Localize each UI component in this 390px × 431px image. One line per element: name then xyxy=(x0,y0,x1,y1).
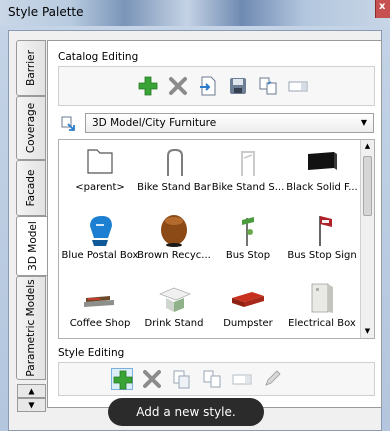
grid-item-brown-recycle[interactable]: Brown Recyc... xyxy=(137,210,211,276)
item-caption: Electrical Box xyxy=(288,318,356,329)
item-caption: Dumpster xyxy=(223,318,273,329)
arrow-down-icon: ▼ xyxy=(28,400,35,410)
tooltip: Add a new style. xyxy=(108,398,264,426)
tab-parametric-models[interactable]: Parametric Models xyxy=(16,276,46,380)
item-caption: Coffee Shop xyxy=(69,318,131,329)
delete-icon xyxy=(143,370,161,388)
bus-stop-icon xyxy=(242,217,254,246)
edit-style-button[interactable] xyxy=(261,368,283,390)
rename-style-button[interactable] xyxy=(231,368,253,390)
catalog-toolbar xyxy=(58,66,375,106)
bike-stand-icon xyxy=(167,149,183,176)
electrical-box-icon xyxy=(311,283,333,313)
grid-item-black-solid[interactable]: Black Solid F... xyxy=(285,142,359,208)
grid-item-bike-stand-s[interactable]: Bike Stand S... xyxy=(211,142,285,208)
save-icon xyxy=(230,78,246,94)
tab-barrier[interactable]: Barrier xyxy=(16,40,46,96)
grid-item-parent[interactable]: <parent> xyxy=(63,142,137,208)
coffee-shop-icon xyxy=(84,296,114,307)
duplicate-icon xyxy=(203,370,221,388)
close-icon: x xyxy=(379,1,386,12)
item-caption: Drink Stand xyxy=(144,318,204,329)
delete-style-button[interactable] xyxy=(141,368,163,390)
copy-icon xyxy=(173,370,190,389)
chevron-down-icon: ▼ xyxy=(360,118,367,127)
dumpster-icon xyxy=(232,292,264,307)
duplicate-style-button[interactable] xyxy=(201,368,223,390)
tab-scroll-up-button[interactable]: ▲ xyxy=(17,384,46,398)
arrow-up-icon: ▲ xyxy=(28,386,35,396)
rename-icon xyxy=(288,81,308,92)
item-caption: <parent> xyxy=(75,182,125,193)
item-caption: Brown Recyc... xyxy=(137,250,211,261)
catalog-path-select[interactable]: 3D Model/City Furniture ▼ xyxy=(85,113,374,133)
item-caption: Bus Stop xyxy=(225,250,271,261)
add-icon xyxy=(138,76,158,96)
recycle-bin-icon xyxy=(161,215,187,247)
tab-label: Coverage xyxy=(25,102,37,154)
drink-stand-icon xyxy=(159,287,191,312)
edit-icon xyxy=(265,370,281,386)
grid-item-dumpster[interactable]: Dumpster xyxy=(211,278,285,338)
tab-3d-model[interactable]: 3D Model xyxy=(16,216,48,276)
item-caption: Bike Stand Bar xyxy=(137,182,211,193)
rename-icon xyxy=(232,374,252,385)
grid-item-coffee-shop[interactable]: Coffee Shop xyxy=(63,278,137,338)
item-caption: Black Solid F... xyxy=(286,182,358,193)
tab-facade[interactable]: Facade xyxy=(16,160,46,216)
style-grid: <parent> Bike Stand Bar Bike Stand S... … xyxy=(58,139,375,339)
duplicate-catalog-button[interactable] xyxy=(257,75,279,97)
select-value: 3D Model/City Furniture xyxy=(92,117,217,129)
style-toolbar xyxy=(58,362,375,396)
title-bar: Style Palette x xyxy=(0,0,390,26)
folder-icon xyxy=(87,149,113,174)
black-solid-icon xyxy=(308,152,337,170)
bike-stand-s-icon xyxy=(241,151,255,176)
add-catalog-button[interactable] xyxy=(137,75,159,97)
item-caption: Blue Postal Box xyxy=(61,250,139,261)
copy-style-button[interactable] xyxy=(171,368,193,390)
close-button[interactable]: x xyxy=(375,0,390,18)
grid-item-bus-stop-sign[interactable]: Bus Stop Sign xyxy=(285,210,359,276)
grid-item-bike-stand-bar[interactable]: Bike Stand Bar xyxy=(137,142,211,208)
vertical-tab-bar: Barrier Coverage Facade 3D Model Paramet… xyxy=(16,40,48,380)
item-caption: Bus Stop Sign xyxy=(287,250,357,261)
tab-label: Barrier xyxy=(25,50,37,86)
browse-path-icon[interactable] xyxy=(60,114,78,132)
item-caption: Bike Stand S... xyxy=(211,182,285,193)
grid-item-electrical-box[interactable]: Electrical Box xyxy=(285,278,359,338)
catalog-editing-label: Catalog Editing xyxy=(58,51,139,63)
rename-catalog-button[interactable] xyxy=(287,75,309,97)
tab-scroll-down-button[interactable]: ▼ xyxy=(17,398,46,412)
scroll-thumb[interactable] xyxy=(363,156,372,216)
grid-item-drink-stand[interactable]: Drink Stand xyxy=(137,278,211,338)
import-icon xyxy=(200,76,216,96)
save-catalog-button[interactable] xyxy=(227,75,249,97)
delete-catalog-button[interactable] xyxy=(167,75,189,97)
grid-item-blue-postal-box[interactable]: Blue Postal Box xyxy=(62,210,138,276)
scroll-up-icon[interactable]: ▲ xyxy=(361,140,374,153)
tab-coverage[interactable]: Coverage xyxy=(16,96,46,160)
bus-stop-sign-icon xyxy=(319,216,332,246)
add-style-button[interactable] xyxy=(111,368,133,390)
tab-label: Parametric Models xyxy=(25,279,37,377)
add-icon xyxy=(113,370,133,390)
postal-box-icon xyxy=(90,216,112,246)
delete-icon xyxy=(169,77,187,95)
duplicate-icon xyxy=(259,77,277,95)
window-title: Style Palette xyxy=(8,5,84,19)
tab-label: Facade xyxy=(25,169,37,207)
grid-item-bus-stop[interactable]: Bus Stop xyxy=(211,210,285,276)
import-catalog-button[interactable] xyxy=(197,75,219,97)
style-editing-label: Style Editing xyxy=(58,347,125,359)
tab-label: 3D Model xyxy=(26,221,39,271)
scroll-down-icon[interactable]: ▼ xyxy=(361,325,374,338)
grid-scrollbar[interactable]: ▲ ▼ xyxy=(360,140,374,338)
